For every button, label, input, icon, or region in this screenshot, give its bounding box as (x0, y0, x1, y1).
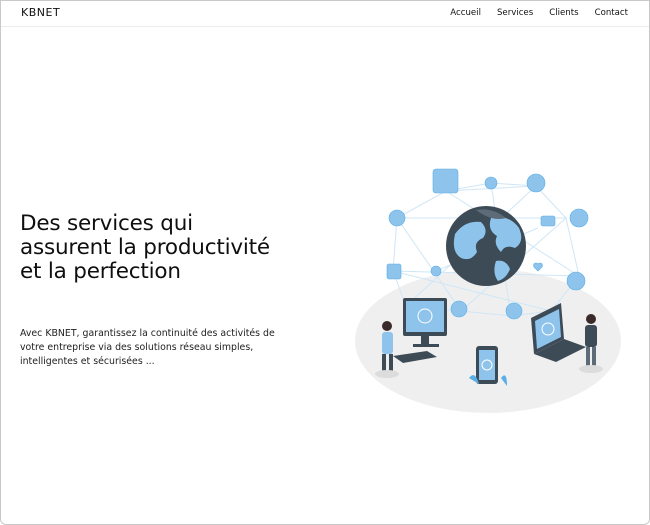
nav-accueil[interactable]: Accueil (450, 8, 481, 18)
dollar-icon (430, 265, 442, 277)
card-icon (540, 215, 556, 227)
node-1-icon (484, 176, 498, 190)
site-logo[interactable]: KBNET (21, 6, 60, 19)
hero-title-line-2: assurent la productivité (20, 235, 270, 260)
network-globe-illustration (355, 168, 621, 413)
nav-contact[interactable]: Contact (595, 8, 628, 18)
user-icon (569, 208, 589, 228)
location-icon (450, 300, 468, 318)
facebook-icon (526, 173, 546, 193)
top-navbar: KBNET Accueil Services Clients Contact (1, 1, 649, 27)
hero-title-line-3: et la perfection (20, 259, 181, 284)
music-icon (388, 209, 406, 227)
chat-bubble-icon (432, 168, 459, 194)
hero-title: Des services qui assurent la productivit… (20, 212, 320, 284)
heart-icon (533, 262, 543, 272)
server-icon (386, 263, 402, 280)
hero-description: Avec KBNET, garantissez la continuité de… (20, 328, 275, 367)
settings-icon (566, 271, 586, 291)
like-icon (505, 302, 523, 320)
hero-title-line-1: Des services qui (20, 211, 193, 236)
nav-clients[interactable]: Clients (549, 8, 578, 18)
nav-services[interactable]: Services (497, 8, 533, 18)
page: KBNET Accueil Services Clients Contact D… (0, 0, 650, 525)
main-nav: Accueil Services Clients Contact (450, 8, 628, 18)
platform-ellipse (355, 269, 621, 413)
globe-icon (446, 206, 526, 286)
